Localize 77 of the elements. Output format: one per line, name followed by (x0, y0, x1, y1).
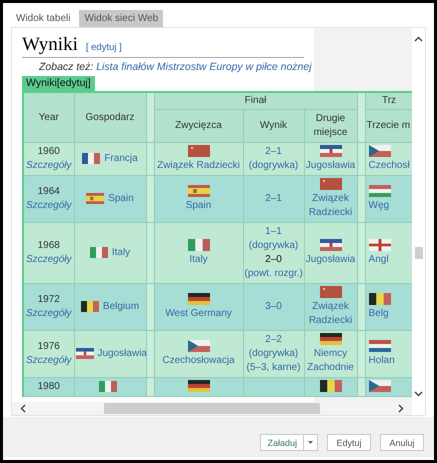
details-link[interactable]: Szczegóły (26, 355, 72, 366)
details-link[interactable]: Szczegóły (26, 308, 72, 319)
year-text: 1980 (36, 380, 61, 394)
yugoslavia-flag-icon (320, 145, 342, 157)
italy-flag-icon (90, 246, 108, 258)
czechoslovakia-flag-icon (188, 340, 210, 352)
details-link[interactable]: Szczegóły (26, 254, 72, 265)
dropdown-button[interactable] (304, 434, 318, 451)
view-tab[interactable]: Widok sieci Web (79, 10, 164, 27)
score-link[interactable]: (dogrywka) (248, 240, 298, 251)
belgium-flag-icon (320, 380, 342, 392)
czechoslovakia-flag-icon (368, 145, 391, 157)
czechoslovakia-flag-icon (368, 380, 391, 392)
load-button[interactable]: Załaduj (260, 434, 304, 451)
group-header: Trz (365, 92, 412, 110)
score-link[interactable]: 2–2 (265, 334, 282, 345)
west-germany-flag-icon (188, 293, 210, 305)
score-link[interactable]: (dogrywka) (248, 348, 298, 359)
italy-flag-icon (188, 239, 210, 251)
score-link[interactable]: 2–1 (265, 193, 282, 204)
score-link[interactable]: (5–3, karne) (246, 362, 300, 373)
column-header: Year (23, 92, 74, 142)
country-link[interactable]: Francja (104, 153, 138, 164)
see-also-note: Zobacz też: Lista finałów Mistrzostw Europy w piłce nożnej (39, 61, 313, 73)
belgium-flag-icon (368, 293, 391, 305)
details-link[interactable]: Szczegóły (26, 160, 72, 171)
ussr-flag-icon (320, 286, 342, 298)
column-header: Gospodarz (74, 92, 146, 142)
spain-flag-icon (86, 192, 104, 204)
italy-flag-icon (99, 380, 117, 392)
details-link[interactable]: Szczegóły (26, 200, 72, 211)
column-header: Wynik (243, 110, 304, 142)
year-text: 1964 (36, 185, 61, 199)
score-text: 2–0 (265, 254, 282, 265)
score-link[interactable]: (dogrywka) (248, 160, 298, 171)
group-header: Finał (154, 92, 358, 110)
country-link[interactable]: Belgium (102, 301, 140, 312)
year-text: 1972 (36, 293, 61, 307)
score-link[interactable]: 2–1 (265, 146, 282, 157)
scroll-left-icon[interactable] (20, 404, 26, 413)
country-link[interactable]: Italy (112, 247, 130, 258)
caret-icon (308, 441, 313, 444)
score-link[interactable]: 1–1 (265, 226, 282, 237)
dialog-button[interactable]: Anuluj (380, 434, 424, 451)
year-text: 1960 (36, 145, 61, 159)
column-header: Drugie miejsce (304, 110, 358, 142)
scroll-thumb[interactable] (104, 403, 320, 414)
dialog-button[interactable]: Edytuj (327, 434, 371, 451)
year-text: 1968 (36, 239, 61, 253)
table-tag: Wyniki[edytuj] (22, 76, 95, 91)
see-also-link[interactable]: Lista finałów Mistrzostw Europy w piłce nożnej (96, 61, 312, 73)
ussr-flag-icon (320, 178, 342, 190)
column-header: Trzecie m (365, 110, 412, 142)
scroll-down-icon[interactable] (414, 391, 423, 397)
score-link[interactable]: 3–0 (265, 301, 282, 312)
scroll-thumb[interactable] (414, 247, 422, 259)
horizontal-scrollbar[interactable] (12, 402, 412, 415)
year-text: 1976 (36, 340, 61, 354)
england-flag-icon (368, 239, 391, 251)
west-germany-flag-icon (188, 380, 210, 392)
country-link[interactable]: Jugosławia (98, 348, 147, 359)
column-header: Zwycięzca (154, 110, 243, 142)
netherlands-flag-icon (368, 340, 391, 352)
score-link[interactable]: (powt. rozgr.) (244, 268, 303, 279)
spain-flag-icon (188, 185, 210, 197)
yugoslavia-flag-icon (76, 348, 94, 359)
scroll-up-icon[interactable] (414, 36, 423, 42)
section-heading: Wyniki (22, 34, 78, 56)
edit-link[interactable]: [ edytuj ] (86, 42, 122, 53)
ussr-flag-icon (188, 145, 210, 157)
yugoslavia-flag-icon (320, 239, 342, 251)
hungary-flag-icon (368, 185, 391, 197)
country-link[interactable]: Spain (108, 193, 134, 204)
west-germany-flag-icon (320, 333, 342, 345)
scroll-right-icon[interactable] (398, 404, 404, 413)
france-flag-icon (82, 152, 100, 164)
belgium-flag-icon (80, 300, 99, 312)
